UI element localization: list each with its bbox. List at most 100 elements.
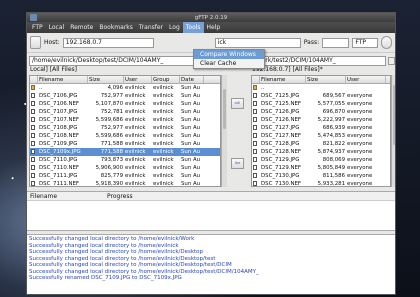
stop-button[interactable] [381,36,392,49]
table-row[interactable]: DSC_7128.NEF 5,874,937 everyone [252,148,390,156]
download-arrow-button[interactable]: ⇦ [231,158,244,169]
transfer-progress-header[interactable]: Progress [107,192,133,200]
table-row[interactable]: DSC_7107.NEF 5,599,686 evilnick evilnick Sun… [30,116,220,124]
local-col-header[interactable]: Filename [38,76,88,83]
file-icon [252,116,260,124]
table-row[interactable]: DSC_7130.JPG 811,586 everyone [252,172,390,180]
remote-col-header[interactable]: Size [306,76,346,83]
remote-path-dropdown[interactable] [388,57,395,65]
table-row[interactable]: DSC_7110.NEF 5,906,900 evilnick evilnick Sun… [30,164,220,172]
local-col-header[interactable] [30,76,38,83]
local-cell-group: evilnick [153,93,174,99]
remote-scrollbar[interactable] [391,75,395,187]
table-row[interactable]: DSC_7108.JPG 752,977 evilnick evilnick Sun A… [30,124,220,132]
remote-cell-name: DSC_7125.JPG [261,93,300,99]
table-row[interactable]: DSC_7106.NEF 5,107,870 evilnick evilnick Sun… [30,100,220,108]
remote-cell-name: DSC_7128.JPG [261,141,300,147]
remote-col-header[interactable] [252,76,260,83]
menu-remote[interactable]: Remote [67,22,96,33]
remote-cell-size: 5,577,055 [317,101,345,107]
local-col-header[interactable]: Size [88,76,124,83]
remote-cell-name: .. [261,85,265,91]
table-row[interactable]: DSC_7111.NEF 5,918,390 evilnick evilnick Sun… [30,180,220,187]
local-file-list[interactable]: Filename Size User Group Date .. 4,096 evilnic… [29,75,221,187]
menu-local[interactable]: Local [46,22,68,33]
local-cell-name: DSC_7111.JPG [39,173,78,179]
transfer-filename-header[interactable]: Filename [27,192,107,200]
table-row[interactable]: DSC_7106.JPG 752,977 evilnick evilnick Sun A… [30,92,220,100]
connect-button[interactable] [30,36,41,49]
table-row[interactable]: DSC_7128.JPG 821,822 everyone [252,140,390,148]
remote-col-header[interactable]: Filename [260,76,306,83]
table-row[interactable]: DSC_7108.NEF 5,599,686 evilnick evilnick Sun… [30,132,220,140]
local-cell-user: evilnick [125,117,146,123]
table-row[interactable]: .. 4,096 evilnick evilnick Sun Au [30,84,220,92]
local-cell-size: 5,599,686 [95,117,123,123]
file-icon [30,148,38,156]
menu-log[interactable]: Log [166,22,183,33]
remote-cell-name: DSC_7129.JPG [261,157,300,163]
menu-item-clear-cache[interactable]: Clear Cache [194,59,264,68]
table-row[interactable]: DSC_7127.JPG 686,939 everyone [252,124,390,132]
table-row[interactable]: DSC_7111.JPG 825,779 evilnick evilnick Sun A… [30,172,220,180]
user-input[interactable]: ick [214,37,301,48]
local-scrollbar[interactable] [221,75,227,187]
local-cell-size: 771,588 [100,149,123,155]
table-row[interactable]: DSC_7129.JPG 808,069 everyone [252,156,390,164]
remote-path-input[interactable]: /Work/test2/DCIM/104AMY_ [251,56,386,66]
local-col-header[interactable]: Group [152,76,180,83]
pass-input[interactable] [322,37,350,48]
remote-cell-name: DSC_7126.NEF [261,117,302,123]
local-cell-date: Sun Au [181,125,201,131]
table-row[interactable]: .. [252,84,390,92]
file-icon [30,108,38,116]
local-cell-date: Sun Au [181,109,201,115]
transfer-queue[interactable]: Filename Progress [27,191,395,231]
table-row[interactable]: DSC_7125.NEF 5,577,055 everyone [252,100,390,108]
table-row[interactable]: DSC_7110.JPG 793,873 evilnick evilnick Sun A… [30,156,220,164]
upload-arrow-button[interactable]: ⇨ [231,98,244,109]
remote-cell-user: everyone [347,157,373,163]
local-cell-size: 5,599,686 [95,133,123,139]
local-cell-group: evilnick [153,157,174,163]
log-panel[interactable]: Successfully changed local directory to … [27,234,395,294]
menu-ftp[interactable]: FTP [29,22,46,33]
table-row[interactable]: DSC_7127.NEF 5,474,853 everyone [252,132,390,140]
remote-pane-label: 192.168.0.7] [All Files]* [252,66,323,73]
remote-file-list[interactable]: Filename Size User .. DSC_7125.JPG 689,567 ev… [251,75,391,187]
menu-transfer[interactable]: Transfer [136,22,166,33]
file-icon [252,148,260,156]
local-col-header[interactable]: Date [180,76,204,83]
remote-cell-name: DSC_7126.JPG [261,109,300,115]
local-col-header[interactable]: User [124,76,152,83]
menu-tools[interactable]: Tools [182,22,204,33]
menu-item-compare-windows[interactable]: Compare Windows [194,50,264,59]
file-icon [252,180,260,186]
file-icon [30,164,38,172]
local-cell-user: evilnick [125,173,146,179]
remote-cell-name: DSC_7127.JPG [261,125,300,131]
local-path-input[interactable]: /home/evilnick/Desktop/test/DCIM/104AMY_ [29,56,216,66]
menu-bookmarks[interactable]: Bookmarks [96,22,136,33]
local-cell-group: evilnick [153,125,174,131]
file-icon [30,172,38,180]
host-input[interactable]: 192.168.0.7 [62,37,154,48]
menu-help[interactable]: Help [204,22,224,33]
pass-label: Pass: [303,39,320,46]
table-row[interactable]: DSC_7107.JPG 752,781 evilnick evilnick Sun A… [30,108,220,116]
remote-cell-name: DSC_7128.NEF [261,149,302,155]
table-row[interactable]: DSC_7129.NEF 5,805,849 everyone [252,164,390,172]
table-row[interactable]: DSC_7125.JPG 689,567 everyone [252,92,390,100]
local-cell-user: evilnick [125,85,146,91]
table-row[interactable]: DSC_7109.JPG 771,588 evilnick evilnick Sun A… [30,140,220,148]
table-row[interactable]: DSC_7130.NEF 5,933,281 everyone [252,180,390,186]
file-icon [252,140,260,148]
remote-col-header[interactable]: User [346,76,386,83]
local-cell-date: Sun Au [181,85,201,91]
table-row[interactable]: DSC_7109x.JPG 771,588 evilnick evilnick Sun … [30,148,220,156]
table-row[interactable]: DSC_7126.JPG 696,870 everyone [252,108,390,116]
local-cell-user: evilnick [125,181,146,187]
table-row[interactable]: DSC_7126.NEF 5,222,997 everyone [252,116,390,124]
protocol-select[interactable]: FTP [352,37,378,48]
local-cell-date: Sun Au [181,181,201,187]
